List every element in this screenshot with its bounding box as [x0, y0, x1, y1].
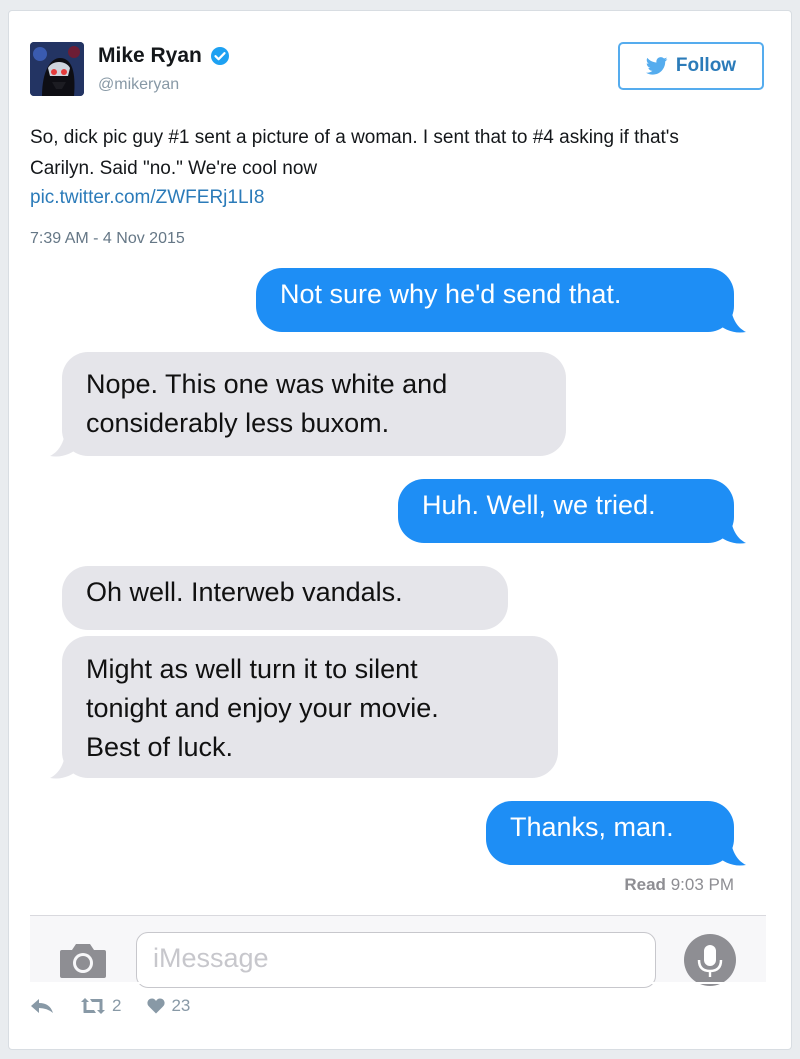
read-receipt: Read 9:03 PM — [624, 875, 734, 895]
message-line: Nope. This one was white and — [86, 369, 448, 399]
message-line: Might as well turn it to silent — [86, 654, 418, 684]
tweet-text: So, dick pic guy #1 sent a picture of a … — [30, 127, 679, 179]
verified-icon — [210, 47, 229, 65]
twitter-bird-icon — [645, 57, 668, 75]
imessage-input[interactable]: iMessage — [136, 932, 656, 988]
retweet-button[interactable]: 2 — [80, 996, 121, 1016]
message-text: Not sure why he'd send that. — [280, 279, 622, 309]
message-line: considerably less buxom. — [86, 408, 390, 438]
retweet-icon — [81, 998, 105, 1014]
follow-button[interactable]: Follow — [618, 42, 764, 90]
received-message: Nope. This one was white and considerabl… — [62, 352, 566, 456]
read-time: 9:03 PM — [670, 875, 734, 894]
retweet-count: 2 — [112, 996, 122, 1015]
avatar-image — [30, 42, 84, 96]
reply-icon — [31, 999, 53, 1013]
reply-button[interactable] — [30, 998, 54, 1014]
sent-message: Thanks, man. — [486, 801, 734, 865]
message-line: Best of luck. — [86, 732, 234, 762]
avatar[interactable] — [30, 42, 84, 96]
received-bubble-tail — [50, 428, 80, 457]
received-message: Oh well. Interweb vandals. — [62, 566, 508, 630]
author-name-row: Mike Ryan — [98, 44, 230, 68]
heart-icon — [147, 998, 166, 1014]
sent-bubble-tail — [716, 515, 746, 544]
sent-bubble-tail — [716, 837, 746, 866]
tweet-timestamp[interactable]: 7:39 AM - 4 Nov 2015 — [30, 230, 185, 248]
like-count: 23 — [171, 996, 191, 1015]
like-button[interactable]: 23 — [147, 996, 190, 1016]
sent-bubble-tail — [716, 304, 746, 333]
message-text: Huh. Well, we tried. — [422, 490, 656, 520]
camera-icon[interactable] — [58, 940, 108, 980]
tweet-actions: 2 23 — [30, 996, 190, 1016]
message-text: Thanks, man. — [510, 812, 674, 842]
tweet-media-link[interactable]: pic.twitter.com/ZWFERj1LI8 — [30, 187, 264, 209]
received-bubble-tail — [50, 750, 80, 779]
follow-label: Follow — [675, 55, 737, 76]
screenshot-crop-edge — [30, 982, 766, 984]
message-text: Oh well. Interweb vandals. — [86, 577, 403, 607]
sent-message: Not sure why he'd send that. — [256, 268, 734, 332]
sent-message: Huh. Well, we tried. — [398, 479, 734, 543]
read-label: Read — [624, 875, 666, 894]
author-display-name[interactable]: Mike Ryan — [98, 44, 202, 68]
author-handle[interactable]: @mikeryan — [98, 76, 179, 94]
microphone-button[interactable] — [684, 934, 736, 986]
message-line: tonight and enjoy your movie. — [86, 693, 439, 723]
microphone-icon — [697, 945, 723, 977]
received-message: Might as well turn it to silent tonight … — [62, 636, 558, 778]
